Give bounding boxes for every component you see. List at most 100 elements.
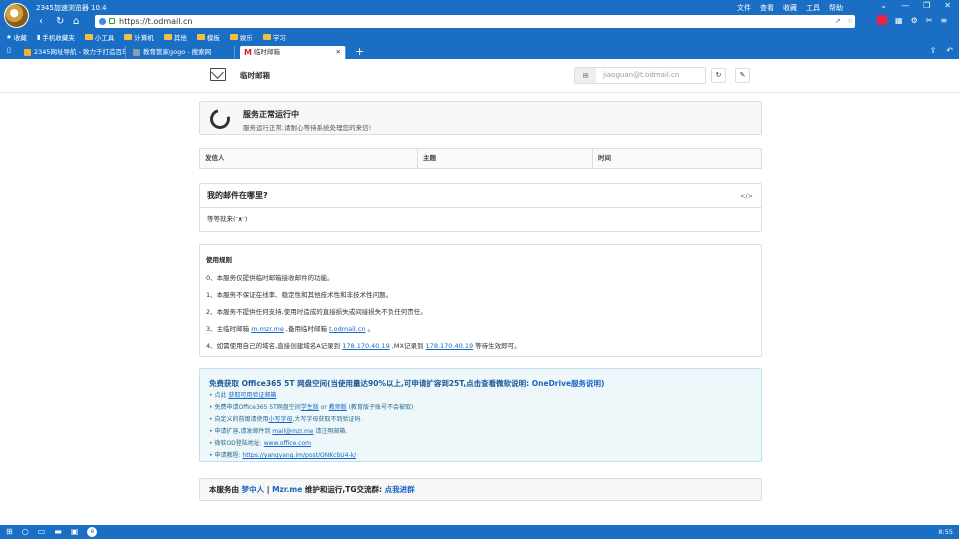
home-icon[interactable]: ⌂ (73, 15, 79, 29)
bookmark-entertainment[interactable]: 娱乐 (229, 32, 253, 42)
browser-menu: 文件 查看 收藏 工具 帮助 (737, 3, 843, 13)
rule-3-text: ,备用临时邮箱 (283, 325, 330, 333)
address-text[interactable]: https://t.odmail.cn (119, 17, 192, 26)
undo-icon[interactable]: ↶ (946, 46, 953, 55)
footer-panel: 本服务由 梦中人 | Mzr.me 维护和运行,TG交流群: 点我进群 (199, 478, 762, 501)
maximize-button[interactable]: ❐ (923, 1, 930, 10)
nav-extensions: ▦ ⚙ ✂ ≡ (877, 15, 947, 25)
back-icon[interactable]: ‹ (39, 15, 43, 29)
bookmark-study[interactable]: 学习 (262, 32, 286, 42)
where-panel: 我的邮件在哪里? </> 等等就来(ᵔᴥᵔ) (199, 183, 762, 232)
new-tab-button[interactable]: + (355, 45, 364, 58)
office365-item: • 申请扩容,请发邮件到 mail@mzr.me 请注明邮箱. (209, 428, 348, 435)
bookmark-label: 收藏 (13, 34, 27, 42)
menu-file[interactable]: 文件 (737, 3, 751, 13)
telegram-group-link[interactable]: 点我进群 (385, 485, 415, 494)
tab-gogo-search[interactable]: 教育管家gogo - 搜索网 (129, 46, 235, 59)
code-icon[interactable]: </> (740, 184, 753, 208)
get-mailbox-link[interactable]: 获取可用验证邮箱 (228, 392, 276, 399)
refresh-icon[interactable]: ↻ (56, 15, 64, 29)
contact-mail-link[interactable]: mail@mzr.me (272, 428, 313, 435)
folder-icon (262, 34, 271, 40)
mzr-link[interactable]: Mzr.me (272, 485, 302, 494)
menu-view[interactable]: 查看 (760, 3, 774, 13)
browser-logo (4, 3, 29, 28)
column-time: 时间 (598, 154, 611, 162)
author-link[interactable]: 梦中人 (242, 485, 265, 494)
extension-icon[interactable] (877, 15, 887, 25)
bookmark-label: 其他 (173, 34, 187, 42)
status-panel: 服务正常运行中 服务运行正常,请耐心等待系统处理您的来信! (199, 101, 762, 135)
taskbar-icons: ⊞ ○ ▭ ▬ ▣ e (6, 527, 98, 537)
rule-0: 0、本服务仅提供临时邮箱接收邮件的功能。 (206, 274, 334, 282)
share-icon[interactable]: ⇪ (930, 46, 937, 55)
student-link[interactable]: 学生版 (301, 404, 319, 411)
bookmark-templates[interactable]: 模板 (196, 32, 220, 42)
edit-button[interactable]: ✎ (735, 68, 750, 83)
windows-start-icon[interactable]: ⊞ (6, 527, 13, 537)
rule-4-text: ,MX记录到 (389, 342, 426, 350)
bookmark-mobile[interactable]: ▮ 手机收藏夹 (37, 32, 75, 42)
rule-2: 2、本服务不提供任何支持,使用时造成的直接损失或间接损失不负任何责任。 (206, 308, 427, 316)
rule-4-text: 4、如需使用自己的域名,直接创建域名A记录到 (206, 342, 343, 350)
a-record-ip-link[interactable]: 178.170.40.19 (342, 342, 390, 350)
menu-icon[interactable]: ≡ (940, 16, 947, 25)
lowercase-link[interactable]: 小写字母 (268, 416, 292, 423)
store-icon[interactable]: ▣ (71, 527, 79, 537)
bookmarks-bar: ★ 收藏 ▮ 手机收藏夹 小工具 计算机 其他 模板 娱乐 学习 (0, 30, 959, 44)
apps-icon[interactable]: ▦ (895, 16, 903, 25)
tools-icon[interactable]: ✂ (926, 16, 933, 25)
email-address-group: ✉ jiaoguan@t.odmail.cn (574, 67, 706, 84)
minimize-button[interactable]: — (901, 1, 909, 10)
rule-3-text: 3、主临时邮箱 (206, 325, 252, 333)
teacher-link[interactable]: 教师版 (329, 404, 347, 411)
bookmark-star-icon[interactable]: ☆ (847, 17, 853, 25)
refresh-button[interactable]: ↻ (711, 68, 726, 83)
menu-favorites[interactable]: 收藏 (783, 3, 797, 13)
item-text: 微软OD登陆地址: (214, 440, 264, 447)
office365-title-text: 免费获取 Office365 5T 网盘空间(当使用量达90%以上,可申请扩容到… (209, 379, 532, 388)
tab-2345-nav[interactable]: 2345网址导航 - 致力于打造百年品牌 (20, 46, 126, 59)
edit-icon: ✎ (739, 71, 746, 79)
phone-icon: ▮ (36, 33, 41, 41)
folder-icon (196, 34, 205, 40)
onedrive-link[interactable]: OneDrive服务说明 (532, 379, 601, 388)
sidebar-toggle-icon[interactable]: ▯ (7, 46, 11, 54)
speedup-icon[interactable]: ➚ (835, 17, 841, 25)
browser-title: 2345加速浏览器 10.4 (36, 4, 107, 12)
loading-spinner-icon (206, 105, 234, 133)
task-view-icon[interactable]: ▭ (38, 527, 46, 537)
tab-temp-mail[interactable]: M 临时邮箱 ✕ (240, 46, 346, 59)
tab-title: 教育管家gogo - 搜索网 (143, 48, 212, 56)
footer-text: 本服务由 (209, 485, 242, 494)
skin-icon[interactable]: ⌄ (880, 1, 887, 10)
office-login-link[interactable]: www.office.com (264, 440, 311, 447)
tab-favicon (24, 49, 31, 56)
email-address-field[interactable]: jiaoguan@t.odmail.cn (596, 68, 705, 83)
address-bar[interactable]: https://t.odmail.cn (95, 15, 855, 28)
mail-list-header: 发信人 主题 时间 (199, 148, 762, 169)
bookmark-computer[interactable]: 计算机 (124, 32, 154, 42)
bookmark-label: 模板 (206, 34, 220, 42)
mx-record-ip-link[interactable]: 178.170.40.19 (426, 342, 474, 350)
primary-mail-link[interactable]: m.mzr.me (251, 325, 284, 333)
browser-taskbar-icon[interactable]: e (87, 527, 98, 537)
bookmark-label: 娱乐 (239, 34, 253, 42)
close-button[interactable]: ✕ (944, 1, 951, 10)
bookmark-other[interactable]: 其他 (163, 32, 187, 42)
search-icon[interactable]: ○ (22, 527, 29, 537)
menu-tools[interactable]: 工具 (806, 3, 820, 13)
bookmark-favorites[interactable]: ★ 收藏 (6, 32, 27, 42)
settings-icon[interactable]: ⚙ (911, 16, 918, 25)
menu-help[interactable]: 帮助 (829, 3, 843, 13)
tab-close-icon[interactable]: ✕ (336, 46, 341, 59)
backup-mail-link[interactable]: t.odmail.cn (329, 325, 365, 333)
folder-icon (84, 34, 93, 40)
tutorial-link[interactable]: https://yangyang.im/post/ONKcbU4-k/ (242, 452, 356, 459)
star-icon: ★ (6, 33, 12, 41)
rule-1: 1、本服务不保证在线率、稳定性和其他技术性和非技术性问题。 (206, 291, 393, 299)
folder-icon (163, 34, 172, 40)
folder-icon[interactable]: ▬ (54, 527, 62, 537)
bookmark-tools[interactable]: 小工具 (84, 32, 114, 42)
rule-3-text: 。 (365, 325, 375, 333)
